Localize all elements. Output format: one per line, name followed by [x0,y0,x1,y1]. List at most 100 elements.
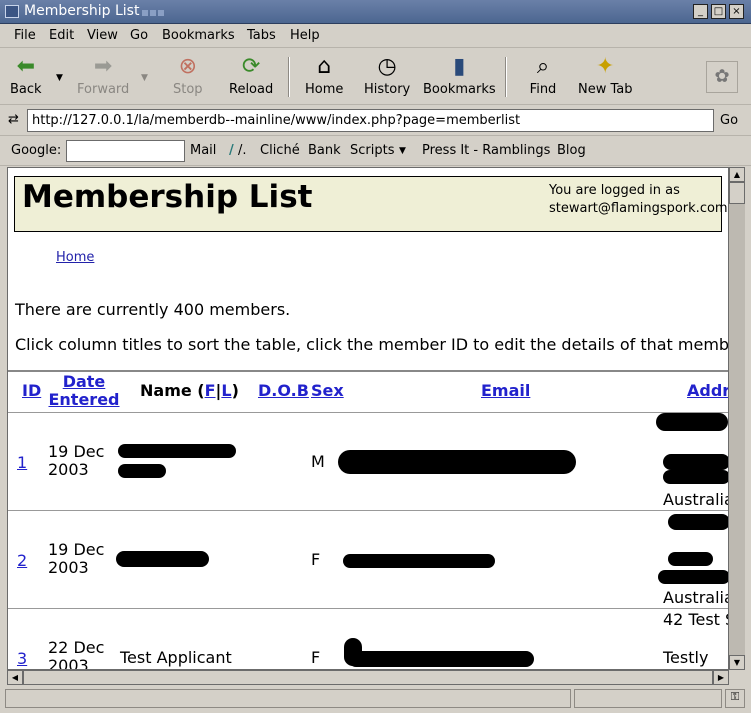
table-row-sex: F [311,648,321,667]
col-header-name: Name (F|L) [140,381,239,400]
table-top-rule [8,370,728,372]
scroll-right-icon[interactable]: ▶ [713,670,729,685]
row-divider [8,510,728,511]
col-header-id: ID [22,381,42,400]
security-lock-icon[interactable]: ⚿ [725,689,745,708]
links-toolbar: Google: Mail / /. Cliché Bank Scripts ▼ … [0,137,751,166]
vertical-scrollbar[interactable]: ▲ ▼ [729,167,745,670]
forward-arrow-icon: ➡ [93,54,113,79]
back-button[interactable]: ⬅ Back [10,54,42,97]
home-button[interactable]: ⌂ Home [305,54,343,97]
menu-tabs[interactable]: Tabs [247,28,276,43]
vertical-scroll-thumb[interactable] [729,182,745,204]
forward-dropdown-icon[interactable]: ▼ [141,73,148,83]
table-row-date: 22 Dec 2003 [48,638,105,670]
redacted-name [118,464,166,478]
table-row-sex: F [311,550,321,569]
scroll-down-icon[interactable]: ▼ [729,655,745,670]
minimize-button[interactable]: _ [693,4,708,19]
site-icon: ⇄ [8,112,19,127]
sort-first-name-link[interactable]: F [205,381,216,400]
col-header-address: Addr [687,381,729,400]
book-icon: ▮ [453,54,466,79]
new-tab-button[interactable]: ✦ New Tab [578,54,633,97]
login-status: You are logged in as stewart@flamingspor… [549,183,728,216]
page-header: Membership List You are logged in as ste… [14,176,728,232]
member-count-text: There are currently 400 members. [15,300,291,319]
menu-view[interactable]: View [87,28,118,43]
reload-button[interactable]: ⟳ Reload [229,54,273,97]
menu-edit[interactable]: Edit [49,28,74,43]
scripts-dropdown-icon[interactable]: ▼ [399,146,406,156]
table-row-name: Test Applicant [120,648,232,667]
back-arrow-icon: ⬅ [16,54,35,79]
navigation-toolbar: ⬅ Back ▼ ➡ Forward ▼ ⊗ Stop ⟳ Reload ⌂ H… [0,49,751,105]
redacted-name [116,551,209,567]
scroll-up-icon[interactable]: ▲ [729,167,745,182]
close-button[interactable]: × [729,4,744,19]
menu-bar: File Edit View Go Bookmarks Tabs Help [0,24,751,48]
link-blog[interactable]: Blog [557,143,586,158]
toolbar-separator [288,57,290,97]
row-divider [8,608,728,609]
menu-bookmarks[interactable]: Bookmarks [162,28,235,43]
link-bank[interactable]: Bank [308,143,341,158]
bookmarks-button[interactable]: ▮ Bookmarks [423,54,496,97]
redacted-address [658,570,728,584]
gnome-foot-icon: ✿ [706,61,738,93]
google-label: Google: [11,143,62,158]
reload-icon: ⟳ [241,54,261,79]
find-button[interactable]: ⌕ Find [529,54,557,97]
table-row-address: Australia [663,588,729,607]
redacted-name [118,444,236,458]
redacted-address [668,552,713,566]
table-row-address: Testly [663,648,709,667]
maximize-button[interactable]: □ [711,4,726,19]
stop-icon: ⊗ [178,54,197,79]
menu-file[interactable]: File [14,28,36,43]
go-button[interactable]: Go [720,113,738,128]
history-button[interactable]: ◷ History [364,54,410,97]
status-bar: ⚿ [0,686,751,713]
redacted-address [663,470,728,484]
slashdot-icon: / [229,143,234,158]
url-input[interactable]: http://127.0.0.1/la/memberdb--mainline/w… [27,109,714,132]
redacted-address [668,514,728,530]
google-search-input[interactable] [66,140,185,162]
window-menu-icon[interactable] [5,5,19,18]
link-slashdot[interactable]: /. [238,143,247,158]
table-row-address: Australia [663,490,729,509]
breadcrumb-home-link[interactable]: Home [56,250,94,265]
col-header-dob: D.O.B [258,381,309,400]
menu-go[interactable]: Go [130,28,148,43]
redacted-address [663,454,728,470]
titlebar-decoration [142,5,166,20]
sort-last-name-link[interactable]: L [221,381,231,400]
address-bar: ⇄ http://127.0.0.1/la/memberdb--mainline… [0,106,751,136]
stop-button[interactable]: ⊗ Stop [173,54,203,97]
home-icon: ⌂ [317,54,332,79]
page-title: Membership List [22,179,313,215]
link-cliche[interactable]: Cliché [260,143,300,158]
forward-button[interactable]: ➡ Forward [77,54,129,97]
link-mail[interactable]: Mail [190,143,216,158]
table-row-id: 1 [17,453,28,472]
page-content: Membership List You are logged in as ste… [7,167,729,670]
instructions-text: Click column titles to sort the table, c… [15,335,729,354]
scroll-left-icon[interactable]: ◀ [7,670,23,685]
link-press-it[interactable]: Press It - Ramblings [422,143,550,158]
col-header-sex: Sex [311,381,344,400]
col-header-date-entered: Date Entered [48,372,120,409]
progress-panel [574,689,722,708]
new-tab-icon: ✦ [596,54,615,79]
table-row-sex: M [311,452,325,471]
window-titlebar: Membership List _ □ × [0,0,751,24]
horizontal-scrollbar[interactable]: ◀ ▶ [7,670,729,685]
menu-help[interactable]: Help [290,28,320,43]
scripts-menu[interactable]: Scripts [350,143,394,158]
status-text-panel [5,689,571,708]
table-row-id: 2 [17,551,28,570]
redacted-email [338,450,576,474]
back-dropdown-icon[interactable]: ▼ [56,73,63,83]
horizontal-scroll-thumb[interactable] [23,670,713,685]
